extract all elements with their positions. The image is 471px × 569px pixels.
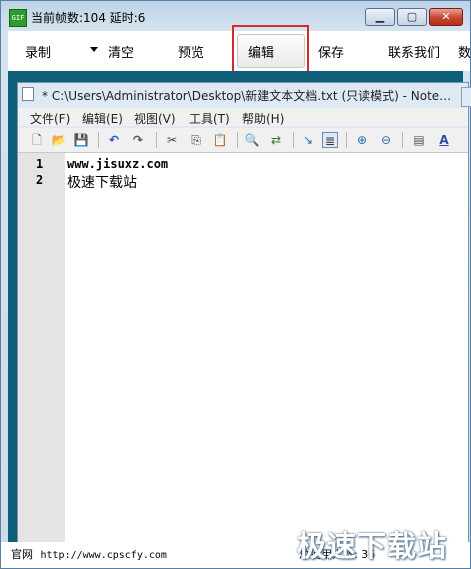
find-icon[interactable]: 🔍 [244,132,260,148]
goto-icon[interactable]: ↘ [300,132,316,148]
official-site-label: 官网 [11,548,33,561]
minimize-button[interactable]: ▁ [365,8,395,26]
line-number: 2 [36,173,44,187]
new-file-icon[interactable]: 🗋 [29,132,45,148]
official-site: 官网 http://www.cpscfy.com [11,546,167,562]
preview-button[interactable]: 预览 [178,42,204,61]
zoom-out-icon[interactable]: ⊖ [378,132,394,148]
notepad-menubar: 文件(F) 编辑(E) 视图(V) 工具(T) 帮助(H) [18,108,468,126]
edit-button-label: 编辑 [248,46,275,61]
close-button[interactable]: ✕ [429,8,463,26]
data-button-partial[interactable]: 数 [458,42,471,61]
toolbar-separator [156,132,157,148]
word-wrap-icon[interactable]: ≣ [322,132,338,148]
toolbar-separator [98,132,99,148]
notepad-window: * C:\Users\Administrator\Desktop\新建文本文档.… [17,82,471,560]
paste-icon[interactable]: 📋 [212,132,228,148]
maximize-button[interactable]: ▢ [397,8,427,26]
notepad-window-control[interactable] [461,87,471,107]
zoom-in-icon[interactable]: ⊕ [354,132,370,148]
watermark-logo: 极速下载站 [297,529,448,563]
toolbar-separator [402,132,403,148]
title-bar: GIF 当前帧数:104 延时:6 ▁ ▢ ✕ [1,1,470,31]
text-editor[interactable]: www.jisuxz.com 极速下载站 [65,153,468,559]
text-line: 极速下载站 [67,175,137,191]
save-button[interactable]: 保存 [318,42,344,61]
clear-button[interactable]: 清空 [108,42,134,61]
toolbar-separator [346,132,347,148]
menu-file[interactable]: 文件(F) [30,110,70,127]
font-icon[interactable]: A [436,132,452,148]
replace-icon[interactable]: ⇄ [268,132,284,148]
open-folder-icon[interactable]: 📂 [51,132,67,148]
line-number: 1 [36,157,44,171]
toolbar-separator [293,132,294,148]
record-button[interactable]: 录制 [25,42,51,61]
undo-icon[interactable]: ↶ [106,132,122,148]
view-icon[interactable]: ▤ [411,132,427,148]
text-line: www.jisuxz.com [67,157,169,171]
menu-tools[interactable]: 工具(T) [189,110,230,127]
menu-help[interactable]: 帮助(H) [242,110,284,127]
app-icon: GIF [9,9,27,27]
redo-icon[interactable]: ↷ [130,132,146,148]
window-title: 当前帧数:104 延时:6 [31,11,146,25]
menu-view[interactable]: 视图(V) [134,110,176,127]
cut-icon[interactable]: ✂ [164,132,180,148]
menu-edit[interactable]: 编辑(E) [82,110,123,127]
save-icon[interactable]: 💾 [73,132,89,148]
notepad-title: * C:\Users\Administrator\Desktop\新建文本文档.… [42,89,452,103]
record-dropdown-icon[interactable] [90,47,98,52]
notepad-toolbar: 🗋 📂 💾 ↶ ↷ ✂ ⎘ 📋 🔍 ⇄ ↘ ≣ ⊕ ⊖ ▤ A [18,128,468,153]
app-window: GIF 当前帧数:104 延时:6 ▁ ▢ ✕ 录制 清空 预览 保存 联系我们… [0,0,471,569]
toolbar-separator [237,132,238,148]
copy-icon[interactable]: ⎘ [188,132,204,148]
official-site-link[interactable]: http://www.cpscfy.com [41,550,167,561]
contact-us-button[interactable]: 联系我们 [388,42,440,61]
line-number-gutter: 1 2 [18,153,65,559]
